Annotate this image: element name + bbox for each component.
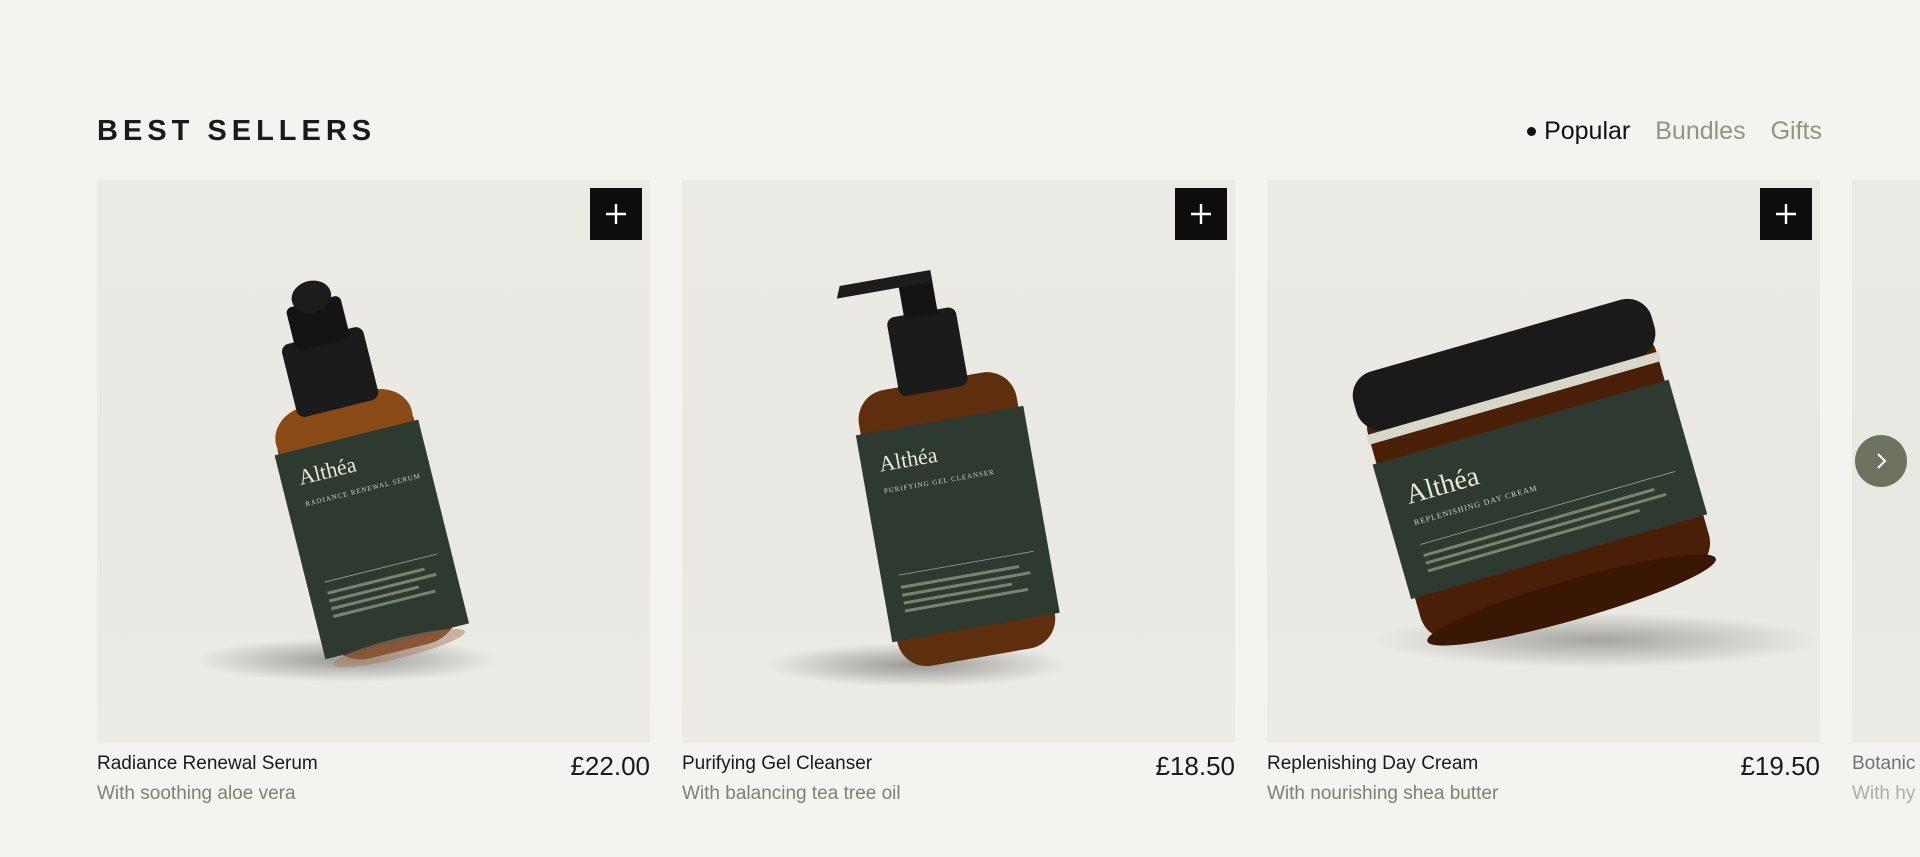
tab-popular-label: Popular	[1544, 117, 1631, 145]
product-image[interactable]: Althéa PURIFYING GEL CLEANSER	[682, 180, 1235, 743]
product-description: With nourishing shea butter	[1267, 783, 1499, 804]
product-name[interactable]: Purifying Gel Cleanser	[682, 753, 872, 775]
product-carousel: Althéa RADIANCE RENEWAL SERUM Radiance R…	[97, 180, 1920, 820]
product-description: With soothing aloe vera	[97, 783, 296, 804]
product-card[interactable]: Althéa REPLENISHING DAY CREAM Replenishi…	[1267, 180, 1820, 820]
product-description: With hy	[1852, 783, 1916, 804]
tab-gifts[interactable]: Gifts	[1771, 114, 1822, 148]
product-name[interactable]: Replenishing Day Cream	[1267, 753, 1478, 775]
cleanser-bottle-image: Althéa PURIFYING GEL CLEANSER	[767, 269, 1067, 687]
product-name[interactable]: Radiance Renewal Serum	[97, 753, 318, 775]
chevron-right-icon	[1877, 453, 1887, 469]
add-to-cart-button[interactable]	[1760, 188, 1812, 240]
carousel-next-button[interactable]	[1855, 435, 1907, 487]
section-title: BEST SELLERS	[97, 115, 377, 147]
add-to-cart-button[interactable]	[590, 188, 642, 240]
product-image[interactable]: Althéa REPLENISHING DAY CREAM	[1267, 180, 1820, 743]
product-card[interactable]: Althéa RADIANCE RENEWAL SERUM Radiance R…	[97, 180, 650, 820]
product-name[interactable]: Botanic	[1852, 753, 1915, 775]
category-tabs: Popular Bundles Gifts	[1527, 114, 1822, 148]
add-to-cart-button[interactable]	[1175, 188, 1227, 240]
product-card[interactable]: Althéa PURIFYING GEL CLEANSER Purifying …	[682, 180, 1235, 820]
tab-bundles[interactable]: Bundles	[1655, 114, 1745, 148]
cream-jar-image: Althéa REPLENISHING DAY CREAM	[1352, 298, 1817, 668]
plus-icon	[606, 204, 626, 224]
product-card[interactable]: Botanic With hy	[1852, 180, 1920, 820]
active-dot-icon	[1527, 126, 1537, 136]
product-image[interactable]: Althéa RADIANCE RENEWAL SERUM	[97, 180, 650, 743]
product-description: With balancing tea tree oil	[682, 783, 901, 804]
serum-bottle-image: Althéa RADIANCE RENEWAL SERUM	[197, 280, 497, 682]
plus-icon	[1191, 204, 1211, 224]
tab-popular[interactable]: Popular	[1527, 114, 1630, 148]
product-price: £19.50	[1740, 751, 1820, 781]
plus-icon	[1776, 204, 1796, 224]
product-price: £22.00	[570, 751, 650, 781]
product-price: £18.50	[1155, 751, 1235, 781]
